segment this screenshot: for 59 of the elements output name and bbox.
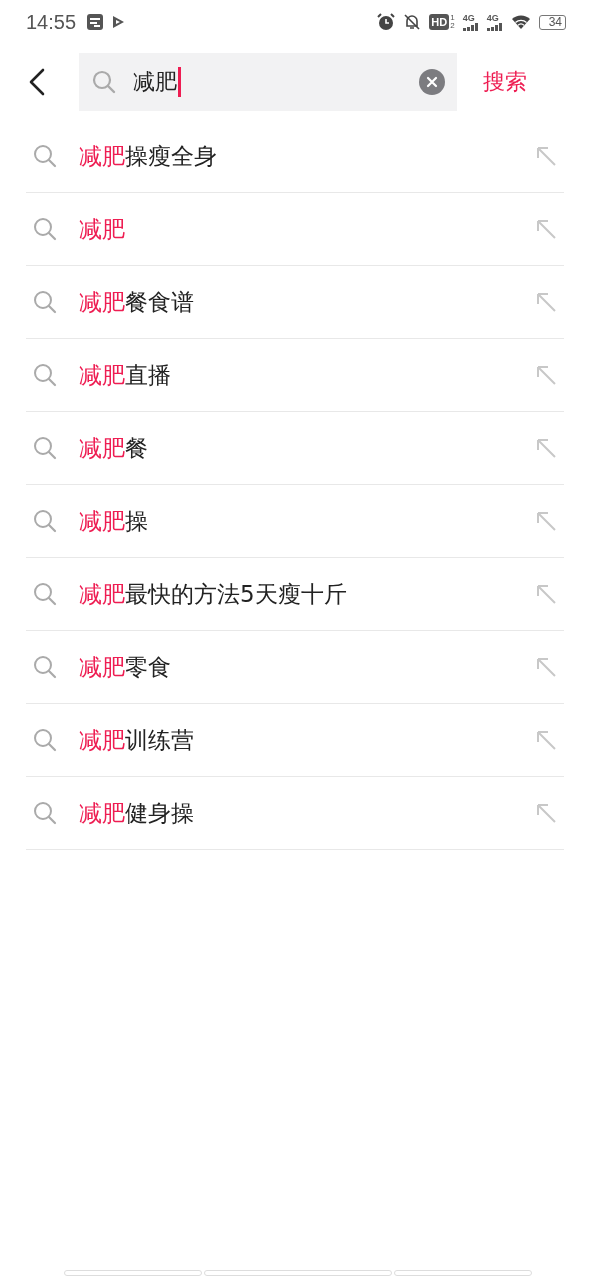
fill-arrow-icon <box>534 217 558 241</box>
search-button[interactable]: 搜索 <box>483 63 527 101</box>
suggestion-item[interactable]: 减肥餐食谱 <box>26 266 564 339</box>
suggestion-text: 减肥训练营 <box>79 725 195 755</box>
suggestion-item[interactable]: 减肥操 <box>26 485 564 558</box>
suggestion-item[interactable]: 减肥训练营 <box>26 704 564 777</box>
fill-arrow-icon <box>534 582 558 606</box>
search-icon <box>32 216 58 242</box>
fill-arrow-icon <box>534 801 558 825</box>
suggestion-item[interactable]: 减肥直播 <box>26 339 564 412</box>
search-icon <box>32 727 58 753</box>
clock-time: 14:55 <box>26 10 77 34</box>
text-cursor <box>178 67 181 97</box>
signal-icon <box>462 22 479 31</box>
sim-number: 2 <box>450 22 455 30</box>
suggestion-text: 减肥操瘦全身 <box>79 141 218 171</box>
wifi-icon <box>510 14 531 30</box>
suggestion-text: 减肥最快的方法5天瘦十斤 <box>79 579 348 609</box>
search-icon <box>91 69 117 95</box>
suggestion-item[interactable]: 减肥零食 <box>26 631 564 704</box>
search-icon <box>32 508 58 534</box>
fill-arrow-icon <box>534 290 558 314</box>
alarm-clock-icon <box>377 13 396 31</box>
suggestion-text: 减肥 <box>79 214 126 244</box>
search-icon <box>32 289 58 315</box>
fill-arrow-icon <box>534 509 558 533</box>
search-icon <box>32 143 58 169</box>
signal-icon <box>486 22 503 31</box>
suggestion-text: 减肥直播 <box>79 360 172 390</box>
search-icon <box>32 362 58 388</box>
fill-arrow-icon <box>534 655 558 679</box>
suggestion-text: 减肥健身操 <box>79 798 195 828</box>
sim-number: 1 <box>450 14 455 22</box>
fill-arrow-icon <box>534 436 558 460</box>
suggestion-text: 减肥餐 <box>79 433 149 463</box>
search-icon <box>32 654 58 680</box>
search-icon <box>32 581 58 607</box>
suggestion-text: 减肥操 <box>79 506 149 536</box>
hd-badge: HD <box>429 14 450 30</box>
search-field[interactable]: 减肥 <box>79 53 457 111</box>
suggestion-item[interactable]: 减肥最快的方法5天瘦十斤 <box>26 558 564 631</box>
suggestion-item[interactable]: 减肥健身操 <box>26 777 564 850</box>
app-icon <box>86 13 105 31</box>
network-type: 4G <box>462 13 475 23</box>
fill-arrow-icon <box>534 363 558 387</box>
search-query: 减肥 <box>133 68 177 96</box>
suggestion-item[interactable]: 减肥 <box>26 193 564 266</box>
search-icon <box>32 800 58 826</box>
muted-bell-icon <box>403 13 422 31</box>
suggestion-item[interactable]: 减肥餐 <box>26 412 564 485</box>
fill-arrow-icon <box>534 728 558 752</box>
network-type: 4G <box>486 13 499 23</box>
clear-icon <box>419 69 445 95</box>
suggestion-item[interactable]: 减肥操瘦全身 <box>26 120 564 193</box>
fill-arrow-icon <box>534 144 558 168</box>
battery-level: 34 <box>538 14 566 30</box>
search-icon <box>32 435 58 461</box>
suggestion-text: 减肥餐食谱 <box>79 287 195 317</box>
suggestion-text: 减肥零食 <box>79 652 172 682</box>
